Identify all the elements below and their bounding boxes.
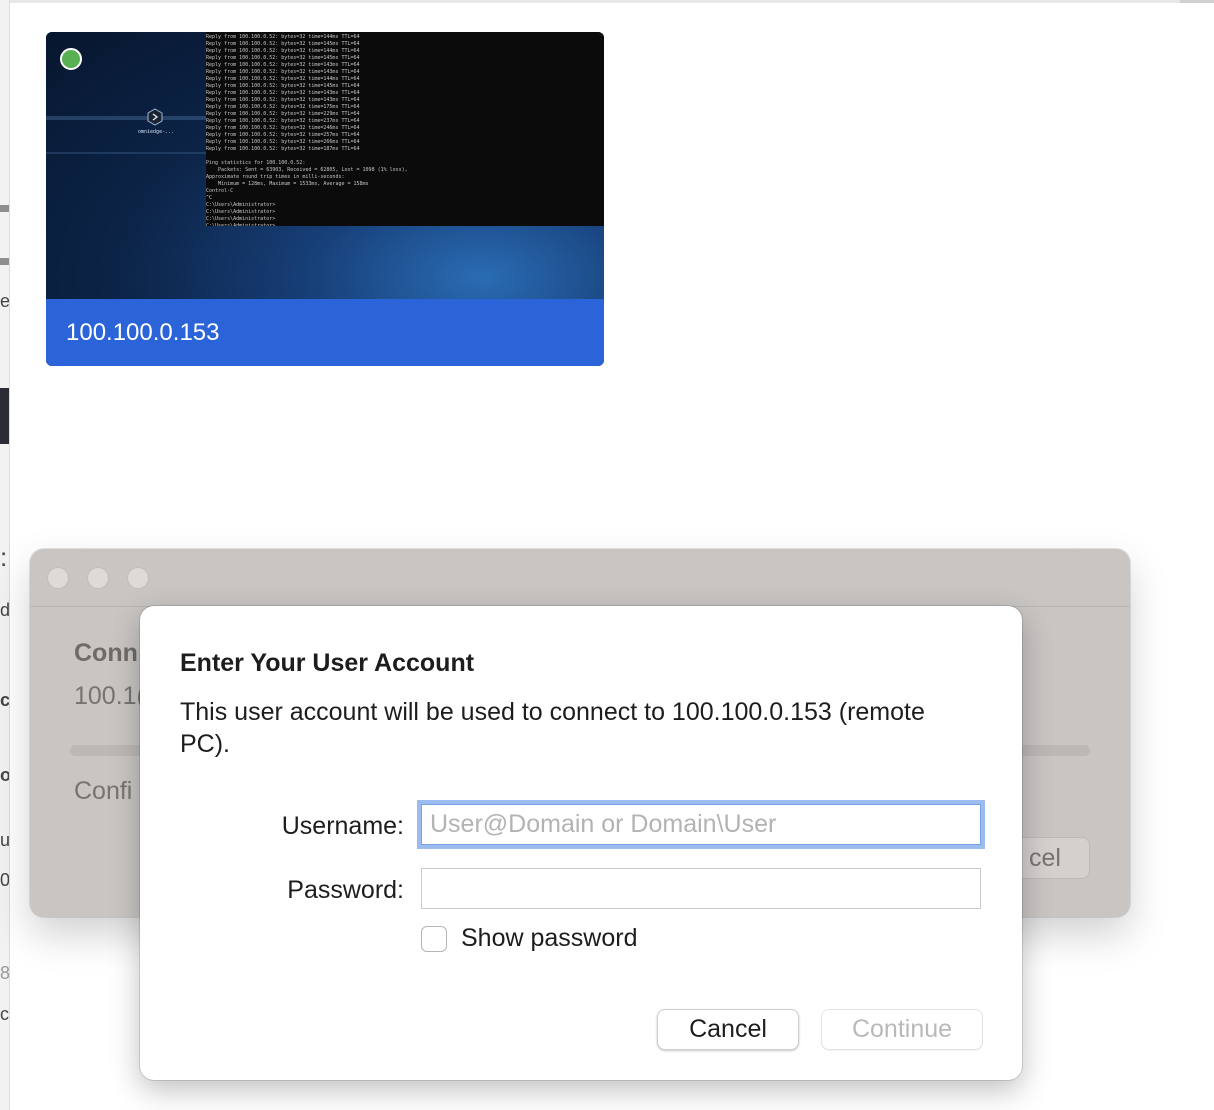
terminal-line: C:\Users\Administrator>	[206, 223, 276, 226]
username-input[interactable]	[421, 804, 981, 845]
left-strip-text: 0	[0, 870, 10, 890]
left-strip-separator	[0, 205, 9, 212]
close-window-icon[interactable]	[47, 567, 69, 589]
terminal-line: Minimum = 128ms, Maximum = 1533ms, Avera…	[206, 181, 369, 187]
left-strip-selected-item	[0, 388, 9, 444]
terminal-line: Approximate round trip times in milli-se…	[206, 174, 345, 180]
machine-card-footer: 100.100.0.153	[46, 299, 604, 366]
terminal-line: C:\Users\Administrator>	[206, 216, 276, 222]
dialog-message: This user account will be used to connec…	[180, 698, 925, 758]
show-password-label[interactable]: Show password	[461, 924, 637, 953]
window-titlebar	[30, 549, 1130, 607]
left-strip-text: ou	[0, 765, 10, 785]
left-strip-text: ur	[0, 830, 10, 850]
terminal-line: Reply from 100.100.0.52: bytes=32 time=1…	[206, 83, 360, 89]
terminal-line: Reply from 100.100.0.52: bytes=32 time=1…	[206, 90, 360, 96]
connecting-heading: Conn	[74, 639, 138, 667]
user-account-dialog: Enter Your User Account This user accoun…	[140, 606, 1022, 1080]
terminal-line: Reply from 100.100.0.52: bytes=32 time=1…	[206, 34, 360, 40]
left-strip-text: cr	[0, 1004, 9, 1024]
terminal-window: Reply from 100.100.0.52: bytes=32 time=1…	[206, 32, 604, 226]
app-shortcut-icon	[147, 108, 163, 126]
terminal-line: Control-C	[206, 188, 234, 194]
terminal-line: Reply from 100.100.0.52: bytes=32 time=1…	[206, 97, 360, 103]
minimize-window-icon[interactable]	[87, 567, 109, 589]
left-strip-separator	[0, 258, 9, 265]
app-shortcut-label: omniedge-...	[138, 129, 175, 135]
wallpaper-streak	[46, 116, 206, 120]
terminal-line: Reply from 100.100.0.52: bytes=32 time=1…	[206, 76, 360, 82]
wallpaper-streak	[46, 152, 206, 154]
left-app-strip: e : d c ou ur 0 8 cr	[0, 0, 10, 1110]
connecting-cancel-label: cel	[1029, 844, 1061, 872]
show-password-checkbox[interactable]	[421, 926, 447, 952]
terminal-line: Reply from 100.100.0.52: bytes=32 time=2…	[206, 139, 360, 145]
terminal-line: Reply from 100.100.0.52: bytes=32 time=2…	[206, 111, 360, 117]
terminal-line: Reply from 100.100.0.52: bytes=32 time=1…	[206, 104, 360, 110]
top-border	[0, 0, 1214, 3]
terminal-line: Packets: Sent = 63903, Received = 62805,…	[206, 167, 408, 173]
top-right-border	[1180, 0, 1214, 3]
password-input[interactable]	[421, 868, 981, 909]
remote-desktop-thumbnail: omniedge-... Reply from 100.100.0.52: by…	[46, 32, 604, 299]
terminal-line: Reply from 100.100.0.52: bytes=32 time=1…	[206, 146, 360, 152]
dialog-title: Enter Your User Account	[180, 649, 475, 677]
continue-button[interactable]: Continue	[821, 1009, 983, 1050]
terminal-line: C:\Users\Administrator>	[206, 209, 276, 215]
terminal-line: Reply from 100.100.0.52: bytes=32 time=1…	[206, 69, 360, 75]
terminal-line: Reply from 100.100.0.52: bytes=32 time=2…	[206, 125, 360, 131]
connecting-ip: 100.1(	[74, 682, 145, 710]
machine-card-title: 100.100.0.153	[66, 319, 220, 346]
password-label: Password:	[287, 876, 404, 904]
left-strip-text: c	[0, 690, 10, 710]
terminal-line: Reply from 100.100.0.52: bytes=32 time=1…	[206, 41, 360, 47]
cancel-button[interactable]: Cancel	[657, 1009, 799, 1050]
terminal-line: Reply from 100.100.0.52: bytes=32 time=1…	[206, 48, 360, 54]
terminal-line: ^C	[206, 195, 213, 201]
connecting-status-text: Confi	[74, 777, 133, 805]
left-strip-text: e	[0, 291, 10, 311]
left-strip-text: :	[0, 542, 8, 572]
left-strip-text: d	[0, 600, 10, 620]
terminal-line: Reply from 100.100.0.52: bytes=32 time=2…	[206, 118, 360, 124]
terminal-line: Reply from 100.100.0.52: bytes=32 time=1…	[206, 55, 360, 61]
terminal-line: Reply from 100.100.0.52: bytes=32 time=1…	[206, 62, 360, 68]
zoom-window-icon[interactable]	[127, 567, 149, 589]
left-strip-text: 8	[0, 963, 10, 983]
username-label: Username:	[281, 812, 404, 840]
terminal-line: C:\Users\Administrator>	[206, 202, 276, 208]
terminal-line: Reply from 100.100.0.52: bytes=32 time=2…	[206, 132, 360, 138]
terminal-line: Ping statistics for 100.100.0.52:	[206, 160, 306, 166]
online-status-icon	[60, 48, 82, 70]
machine-card[interactable]: omniedge-... Reply from 100.100.0.52: by…	[46, 32, 604, 366]
